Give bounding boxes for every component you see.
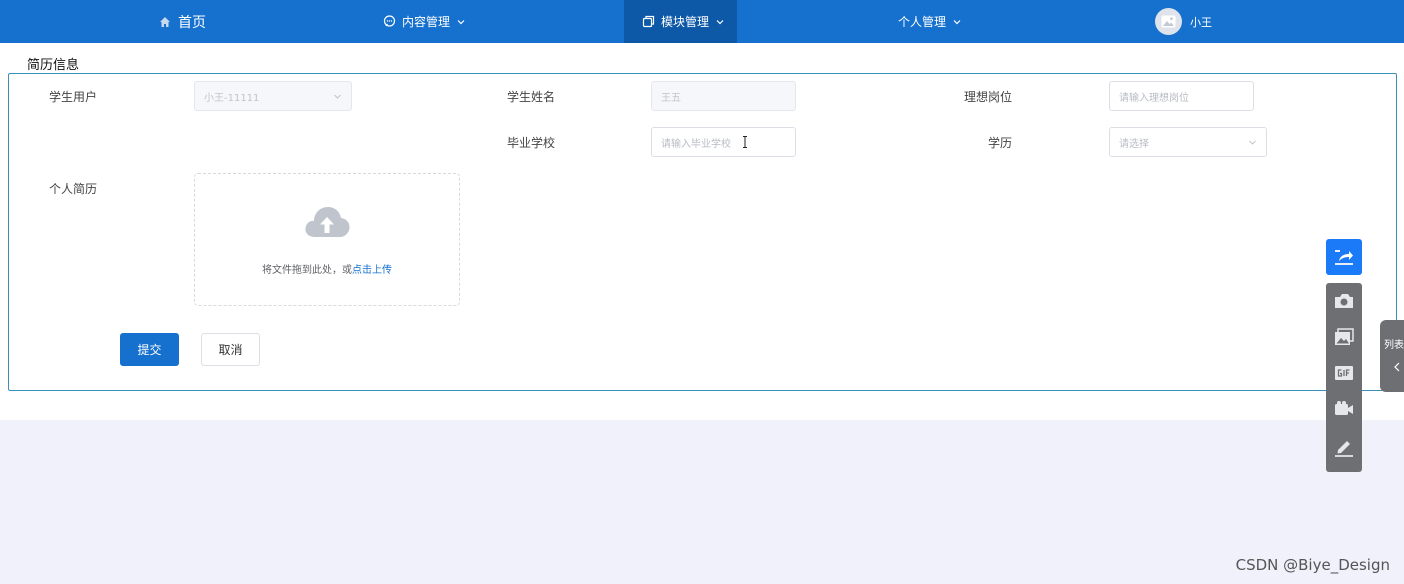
student-user-label: 学生用户 [49, 90, 98, 104]
upload-hint: 将文件拖到此处，或点击上传 [195, 261, 459, 276]
school-label: 毕业学校 [507, 136, 556, 150]
cloud-upload-icon [303, 204, 351, 243]
image-capture-button[interactable] [1326, 319, 1362, 355]
avatar [1155, 8, 1182, 35]
annotate-button[interactable] [1326, 429, 1362, 465]
student-name-value: 王五 [661, 92, 681, 104]
nav-home-label: 首页 [178, 14, 206, 31]
cancel-button[interactable]: 取消 [201, 333, 260, 366]
text-cursor-icon [742, 136, 748, 148]
video-camera-icon [1335, 401, 1353, 415]
resume-label: 个人简历 [49, 182, 98, 196]
chevron-down-icon [456, 17, 466, 27]
share-icon [1335, 250, 1353, 265]
ideal-position-placeholder: 请输入理想岗位 [1119, 92, 1189, 104]
side-list-tab-label: 列表 [1384, 340, 1404, 351]
ideal-position-label: 理想岗位 [964, 90, 1013, 104]
chevron-down-icon [715, 17, 725, 27]
student-name-input[interactable]: 王五 [651, 81, 796, 111]
copy-icon [641, 15, 655, 29]
click-upload-link[interactable]: 点击上传 [352, 265, 392, 276]
education-placeholder: 请选择 [1119, 138, 1149, 150]
image-icon [1335, 328, 1354, 345]
gif-icon [1335, 366, 1353, 380]
student-user-value: 小王-11111 [204, 92, 260, 104]
chat-icon [382, 15, 396, 29]
screenshot-button[interactable] [1326, 283, 1362, 319]
nav-content-management-label: 内容管理 [402, 15, 451, 29]
nav-personal-management[interactable]: 个人管理 [898, 0, 962, 43]
nav-module-management[interactable]: 模块管理 [624, 0, 737, 43]
side-list-tab[interactable]: 列表 [1380, 320, 1404, 392]
user-name: 小王 [1190, 15, 1212, 29]
school-placeholder: 请输入毕业学校 [661, 138, 731, 150]
resume-upload-dropzone[interactable]: 将文件拖到此处，或点击上传 [194, 173, 460, 306]
image-icon [1161, 15, 1176, 28]
top-navigation: 首页 内容管理 模块管理 个人管理 小王 [0, 0, 1404, 43]
chevron-down-icon [333, 92, 342, 101]
share-button[interactable] [1326, 239, 1362, 275]
student-name-label: 学生姓名 [507, 90, 556, 104]
nav-personal-management-label: 个人管理 [898, 15, 947, 29]
chevron-down-icon [1248, 138, 1257, 147]
education-select[interactable]: 请选择 [1109, 127, 1267, 157]
watermark: CSDN @Biye_Design [1235, 556, 1390, 574]
video-record-button[interactable] [1326, 391, 1362, 427]
nav-module-management-label: 模块管理 [661, 15, 710, 29]
nav-content-management[interactable]: 内容管理 [382, 0, 466, 43]
page-title: 简历信息 [27, 58, 80, 73]
submit-button[interactable]: 提交 [120, 333, 179, 366]
chevron-down-icon [952, 17, 962, 27]
nav-home[interactable]: 首页 [158, 0, 206, 43]
gif-button[interactable] [1326, 355, 1362, 391]
user-menu[interactable]: 小王 [1155, 0, 1212, 43]
camera-icon [1335, 294, 1353, 308]
education-label: 学历 [988, 136, 1013, 150]
ideal-position-input[interactable]: 请输入理想岗位 [1109, 81, 1254, 111]
capture-toolbar [1326, 283, 1362, 472]
student-user-select[interactable]: 小王-11111 [194, 81, 352, 111]
school-input[interactable]: 请输入毕业学校 [651, 127, 796, 157]
pen-icon [1335, 441, 1353, 457]
home-icon [158, 15, 172, 29]
upload-hint-text: 将文件拖到此处，或 [262, 265, 352, 276]
chevron-left-icon [1394, 362, 1400, 372]
